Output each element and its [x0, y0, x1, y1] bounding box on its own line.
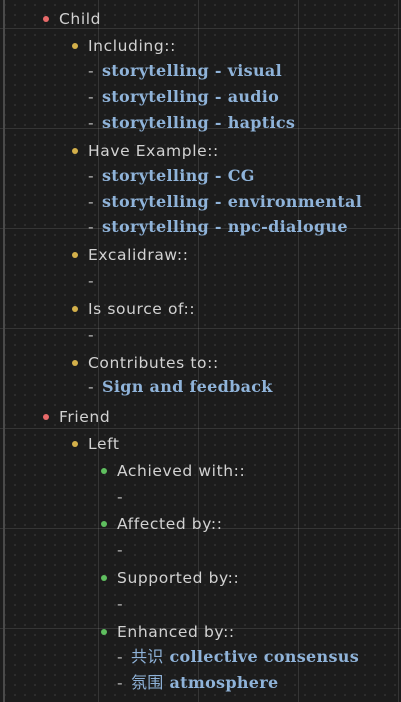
- dash-marker: -: [88, 167, 95, 185]
- bullet-icon[interactable]: [101, 521, 107, 527]
- property-label: Including::: [88, 37, 176, 55]
- internal-link[interactable]: storytelling - visual: [102, 58, 282, 84]
- link-text: collective consensus: [169, 647, 360, 666]
- property-label: Contributes to::: [88, 354, 219, 372]
- bullet-icon[interactable]: [72, 43, 78, 49]
- dash-marker: -: [117, 674, 124, 692]
- property-label: Is source of::: [88, 300, 196, 318]
- empty-value[interactable]: -: [88, 322, 94, 348]
- internal-link[interactable]: storytelling - npc-dialogue: [102, 214, 348, 240]
- item-label: Child: [59, 10, 102, 28]
- bullet-icon[interactable]: [72, 306, 78, 312]
- dash-marker: -: [117, 648, 124, 666]
- bullet-icon[interactable]: [72, 148, 78, 154]
- internal-link[interactable]: 氛围 atmosphere: [131, 670, 278, 696]
- dash-marker: -: [88, 88, 95, 106]
- dash-marker: -: [88, 114, 95, 132]
- property-label: Have Example::: [88, 142, 219, 160]
- dash-marker: -: [88, 193, 95, 211]
- bullet-icon[interactable]: [101, 629, 107, 635]
- internal-link[interactable]: storytelling - audio: [102, 84, 279, 110]
- bullet-icon[interactable]: [101, 468, 107, 474]
- bullet-icon[interactable]: [72, 252, 78, 258]
- property-label: Enhanced by::: [117, 623, 235, 641]
- left-border: [3, 0, 5, 702]
- internal-link[interactable]: storytelling - CG: [102, 163, 255, 189]
- property-label: Achieved with::: [117, 462, 246, 480]
- item-label: Friend: [59, 408, 111, 426]
- bullet-icon[interactable]: [43, 16, 49, 22]
- dash-marker: -: [88, 378, 95, 396]
- internal-link[interactable]: 共识 collective consensus: [131, 644, 359, 670]
- empty-value[interactable]: -: [117, 484, 123, 510]
- link-cjk-text: 共识: [131, 647, 164, 666]
- internal-link[interactable]: storytelling - environmental: [102, 189, 362, 215]
- item-label: Left: [88, 435, 120, 453]
- dash-marker: -: [88, 218, 95, 236]
- empty-value[interactable]: -: [88, 268, 94, 294]
- dash-marker: -: [88, 62, 95, 80]
- internal-link[interactable]: Sign and feedback: [102, 374, 273, 400]
- bullet-icon[interactable]: [101, 575, 107, 581]
- link-cjk-text: 氛围: [131, 673, 164, 692]
- empty-value[interactable]: -: [117, 591, 123, 617]
- internal-link[interactable]: storytelling - haptics: [102, 110, 295, 136]
- link-text: atmosphere: [169, 673, 279, 692]
- property-label: Affected by::: [117, 515, 223, 533]
- bullet-icon[interactable]: [72, 360, 78, 366]
- property-label: Excalidraw::: [88, 246, 189, 264]
- property-label: Supported by::: [117, 569, 240, 587]
- bullet-icon[interactable]: [43, 414, 49, 420]
- empty-value[interactable]: -: [117, 537, 123, 563]
- bullet-icon[interactable]: [72, 441, 78, 447]
